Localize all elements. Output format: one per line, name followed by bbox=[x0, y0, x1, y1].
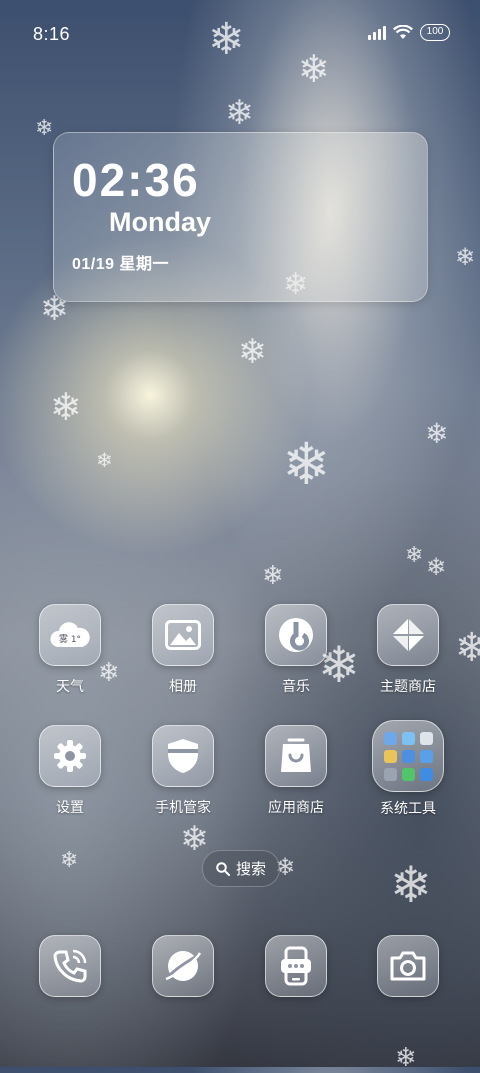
music-icon bbox=[265, 604, 327, 666]
dock-phone[interactable] bbox=[20, 935, 120, 997]
app-weather[interactable]: 雾 1° 天气 bbox=[20, 604, 120, 696]
folder-icon bbox=[372, 720, 444, 792]
gear-icon bbox=[39, 725, 101, 787]
app-settings[interactable]: 设置 bbox=[20, 725, 120, 817]
cellular-signal-icon bbox=[368, 25, 386, 40]
app-music[interactable]: 音乐 bbox=[246, 604, 346, 696]
battery-icon: 100 bbox=[420, 24, 450, 41]
dock-browser[interactable] bbox=[133, 935, 233, 997]
search-button[interactable]: 搜索 bbox=[202, 850, 280, 887]
phone-icon bbox=[39, 935, 101, 997]
app-label: 主题商店 bbox=[380, 678, 436, 694]
app-gallery[interactable]: 相册 bbox=[133, 604, 233, 696]
messages-icon bbox=[265, 935, 327, 997]
app-label: 应用商店 bbox=[268, 799, 324, 815]
shopping-bag-icon bbox=[265, 725, 327, 787]
widget-time: 02:36 bbox=[72, 154, 200, 206]
folder-system-tools[interactable]: 系统工具 bbox=[358, 720, 458, 818]
widget-day: Monday bbox=[109, 207, 212, 237]
app-label: 天气 bbox=[56, 678, 84, 694]
status-bar: 8:16 100 bbox=[0, 0, 480, 70]
search-label: 搜索 bbox=[235, 861, 266, 878]
widget-date: 01/19 星期一 bbox=[72, 256, 169, 273]
app-theme-store[interactable]: 主题商店 bbox=[358, 604, 458, 696]
app-label: 系统工具 bbox=[380, 800, 436, 816]
weather-icon: 雾 1° bbox=[39, 604, 101, 666]
shield-icon bbox=[152, 725, 214, 787]
app-phone-manager[interactable]: 手机管家 bbox=[133, 725, 233, 817]
camera-icon bbox=[377, 935, 439, 997]
app-label: 相册 bbox=[169, 678, 197, 694]
weather-icon-text: 雾 1° bbox=[59, 634, 81, 645]
search-icon bbox=[216, 861, 230, 876]
dock-camera[interactable] bbox=[358, 935, 458, 997]
wifi-icon bbox=[393, 25, 413, 39]
dock-messages[interactable] bbox=[246, 935, 346, 997]
gallery-icon bbox=[152, 604, 214, 666]
status-time: 8:16 bbox=[33, 24, 71, 44]
app-app-store[interactable]: 应用商店 bbox=[246, 725, 346, 817]
clock-widget[interactable]: 02:36 Monday 01/19 星期一 bbox=[53, 132, 428, 302]
app-label: 设置 bbox=[56, 799, 84, 815]
browser-icon bbox=[152, 935, 214, 997]
app-label: 音乐 bbox=[282, 678, 310, 694]
theme-store-icon bbox=[377, 604, 439, 666]
app-label: 手机管家 bbox=[155, 799, 211, 815]
